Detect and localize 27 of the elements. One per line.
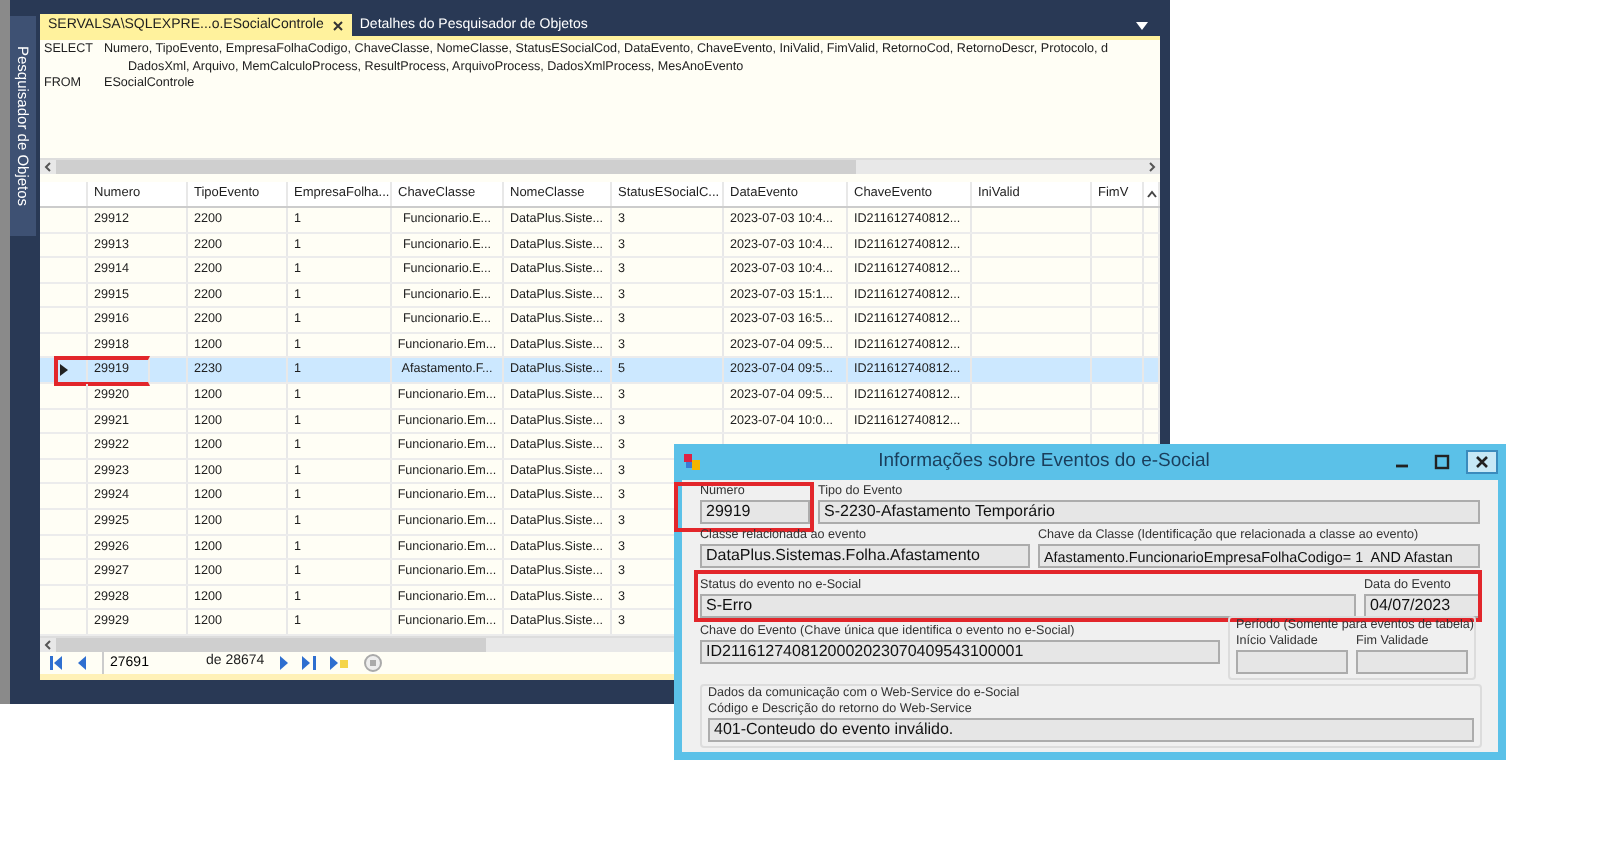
sort-icon[interactable] [1144, 182, 1160, 206]
text-field[interactable]: 04/07/2023 [1364, 594, 1480, 618]
app-icon [682, 452, 702, 472]
text-field[interactable]: S-Erro [700, 594, 1356, 618]
text-field[interactable]: S-2230-Afastamento Temporário [818, 500, 1480, 524]
text-field[interactable]: DataPlus.Sistemas.Folha.Afastamento [700, 544, 1030, 568]
scroll-left-icon[interactable] [40, 638, 56, 652]
scroll-left-icon[interactable] [40, 160, 56, 175]
text-field[interactable] [1356, 650, 1468, 674]
text-field[interactable]: 29919 [700, 500, 810, 524]
text-field[interactable] [1236, 650, 1348, 674]
close-icon [1474, 454, 1490, 470]
close-button[interactable] [1466, 450, 1498, 474]
row-pointer-icon [59, 364, 67, 377]
first-page-icon[interactable] [50, 656, 64, 670]
text-field[interactable]: 401-Conteudo do evento inválido. [708, 718, 1474, 742]
next-page-icon[interactable] [278, 656, 289, 670]
close-icon[interactable] [331, 19, 344, 31]
previous-page-icon[interactable] [78, 656, 88, 670]
last-page-icon[interactable] [302, 656, 317, 670]
text-field[interactable]: ID2116127408120002023070409543100001 [700, 640, 1220, 664]
scrollbar-thumb[interactable] [56, 160, 856, 175]
dropdown-icon[interactable] [1136, 21, 1148, 29]
maximize-icon [1434, 454, 1450, 470]
add-new-icon[interactable] [330, 656, 351, 670]
scroll-right-icon[interactable] [1144, 160, 1160, 175]
scrollbar-thumb[interactable] [56, 638, 486, 652]
